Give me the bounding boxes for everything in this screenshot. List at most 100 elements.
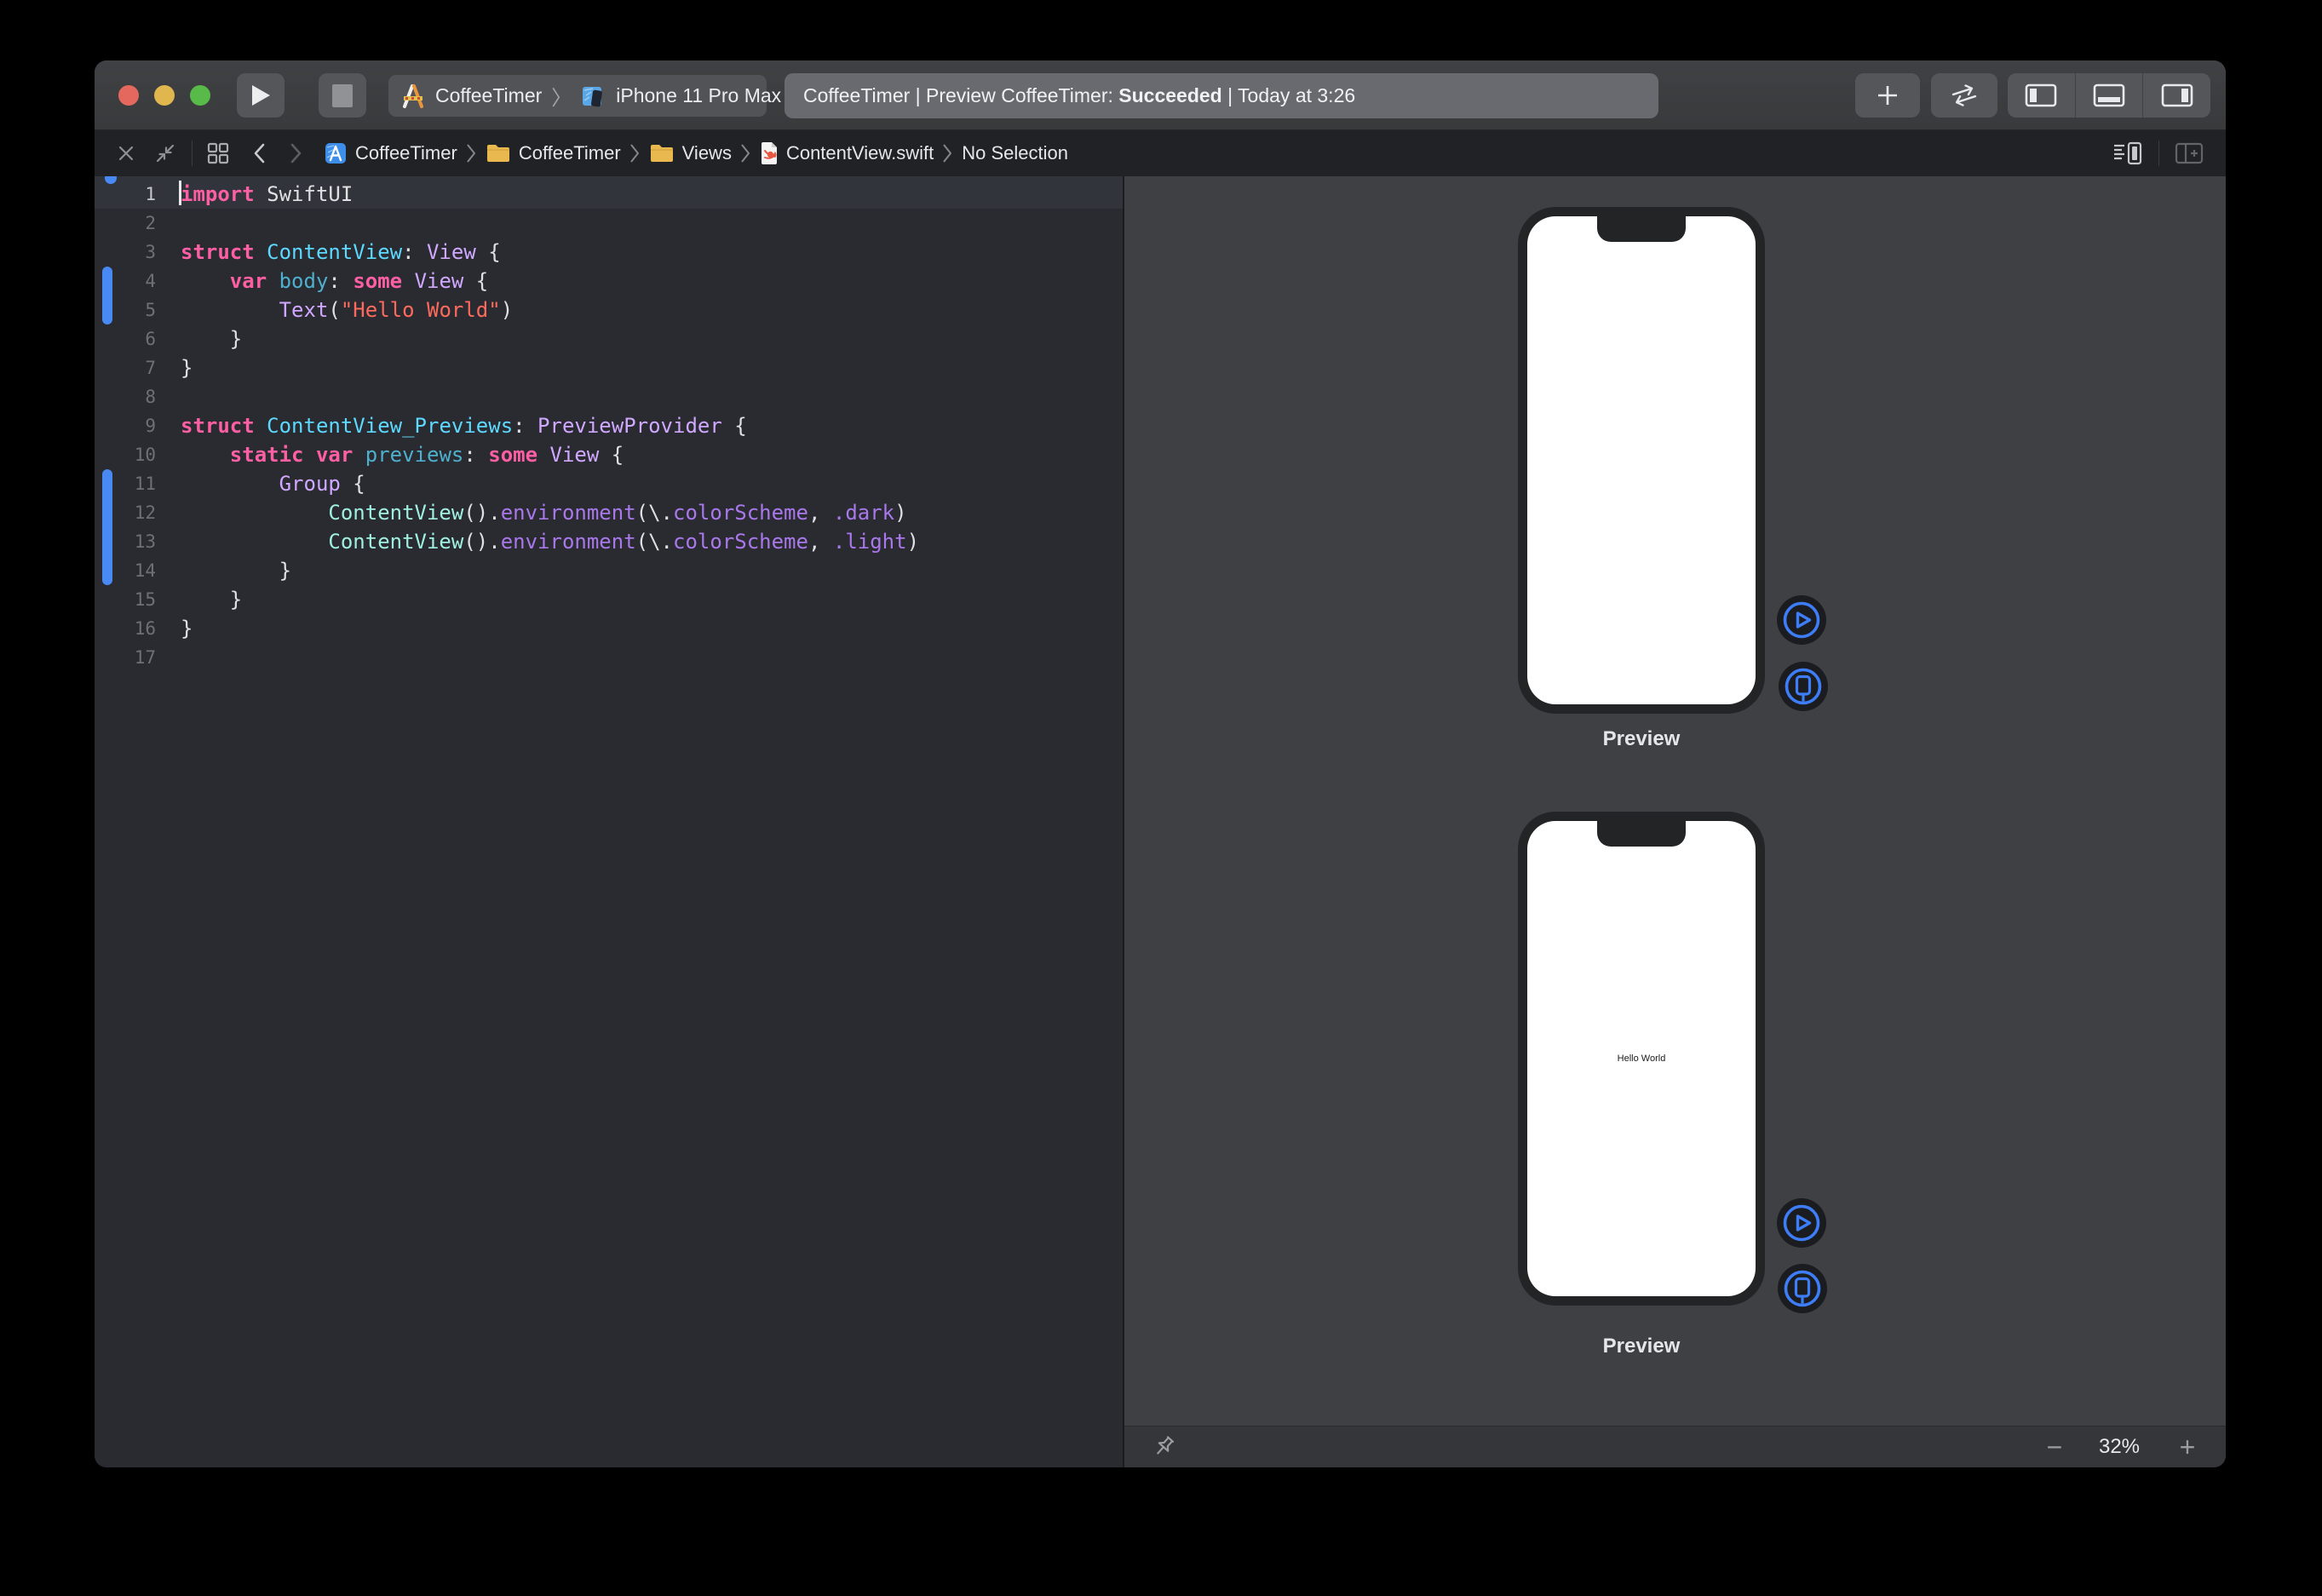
scheme-selector[interactable]: CoffeeTimer 〉 iPhone 11 Pro Max	[388, 75, 767, 117]
run-button[interactable]	[237, 73, 285, 118]
breadcrumb-item[interactable]: ContentView.swift	[760, 141, 934, 165]
line-number: 12	[95, 502, 156, 523]
line-number: 16	[95, 618, 156, 639]
close-window-button[interactable]	[118, 85, 139, 106]
code-line[interactable]: 4 var body: some View {	[95, 267, 1123, 296]
code-line[interactable]: 7}	[95, 353, 1123, 382]
code-text: }	[181, 324, 242, 353]
line-number: 4	[95, 271, 156, 291]
code-line[interactable]: 5 Text("Hello World")	[95, 296, 1123, 324]
status-text: CoffeeTimer | Preview CoffeeTimer: Succe…	[803, 84, 1355, 107]
code-text: }	[181, 556, 291, 585]
shrink-editor-button[interactable]	[154, 142, 176, 164]
stop-button[interactable]	[319, 73, 366, 118]
scheme-app-icon	[400, 83, 426, 109]
zoom-out-button[interactable]: −	[2037, 1427, 2072, 1467]
code-text: struct ContentView_Previews: PreviewProv…	[181, 411, 747, 440]
related-items-button[interactable]	[206, 141, 230, 165]
code-line[interactable]: 9 struct ContentView_Previews: PreviewPro…	[95, 411, 1123, 440]
toggle-debug-area-button[interactable]	[2075, 73, 2143, 118]
code-line[interactable]: 16}	[95, 614, 1123, 643]
code-text: ContentView().environment(\.colorScheme,…	[181, 527, 919, 556]
device-circle-icon	[1779, 662, 1828, 711]
project-icon	[324, 141, 348, 165]
code-text: }	[181, 585, 242, 614]
code-line[interactable]: 2	[95, 209, 1123, 238]
status-result: Succeeded	[1118, 84, 1221, 106]
scheme-project-label: CoffeeTimer	[435, 84, 542, 107]
swap-arrows-icon	[1949, 82, 1980, 109]
code-line[interactable]: 3struct ContentView: View {	[95, 238, 1123, 267]
toggle-navigator-button[interactable]	[2008, 73, 2075, 118]
editor-panels-segmented-control	[2008, 73, 2210, 118]
line-number: 13	[95, 531, 156, 552]
library-button[interactable]	[1855, 73, 1920, 118]
breadcrumb-item[interactable]: CoffeeTimer	[486, 142, 621, 164]
line-number: 2	[95, 213, 156, 233]
line-number: 9	[95, 416, 156, 436]
breadcrumb-item[interactable]: CoffeeTimer	[324, 141, 457, 165]
inspector-panel-icon	[2161, 83, 2193, 107]
zoom-window-button[interactable]	[190, 85, 210, 106]
source-editor[interactable]: 1import SwiftUI 2 3struct ContentView: Vie…	[95, 176, 1123, 1467]
device-notch	[1597, 821, 1686, 847]
minimize-window-button[interactable]	[154, 85, 175, 106]
stop-icon	[332, 84, 353, 107]
code-text: Group {	[181, 469, 365, 498]
code-line[interactable]: 11 Group {	[95, 469, 1123, 498]
preview-label: Preview	[1518, 1335, 1765, 1358]
line-number: 8	[95, 387, 156, 407]
code-line[interactable]: 8	[95, 382, 1123, 411]
pushpin-icon	[1148, 1432, 1179, 1462]
live-preview-button[interactable]	[1777, 595, 1826, 645]
breadcrumb-item[interactable]: Views	[649, 142, 732, 164]
zoom-level-label: 32%	[2077, 1427, 2162, 1467]
breadcrumb-item[interactable]: No Selection	[962, 142, 1068, 164]
activity-status-bar[interactable]: CoffeeTimer | Preview CoffeeTimer: Succe…	[785, 73, 1658, 118]
preview-device-screen[interactable]: Hello World	[1527, 821, 1756, 1296]
preview-on-device-button[interactable]	[1779, 662, 1828, 711]
preview-device-screen[interactable]	[1527, 216, 1756, 704]
close-editor-button[interactable]	[117, 144, 135, 163]
toggle-inspector-button[interactable]	[2142, 73, 2210, 118]
code-line[interactable]: 13 ContentView().environment(\.colorSche…	[95, 527, 1123, 556]
code-line[interactable]: 15 }	[95, 585, 1123, 614]
zoom-in-button[interactable]: +	[2170, 1427, 2204, 1467]
line-number: 10	[95, 445, 156, 465]
go-back-button[interactable]	[252, 142, 266, 164]
code-line[interactable]: 14 }	[95, 556, 1123, 585]
line-number: 15	[95, 589, 156, 610]
code-line[interactable]: 12 ContentView().environment(\.colorSche…	[95, 498, 1123, 527]
pin-preview-button[interactable]	[1148, 1432, 1179, 1462]
go-forward-button[interactable]	[290, 142, 303, 164]
adjust-editor-options-button[interactable]	[2112, 141, 2143, 166]
code-text: }	[181, 614, 193, 643]
code-text: import SwiftUI	[181, 180, 353, 209]
breadcrumb-label: CoffeeTimer	[519, 142, 621, 164]
code-line[interactable]: 1import SwiftUI	[95, 180, 1123, 209]
code-line[interactable]: 6 }	[95, 324, 1123, 353]
close-icon	[117, 144, 135, 163]
run-destination-icon	[581, 83, 606, 109]
debug-panel-icon	[2093, 83, 2125, 107]
code-text: var body: some View {	[181, 267, 488, 296]
live-preview-button[interactable]	[1777, 1198, 1826, 1248]
breadcrumb-chevron-icon	[466, 143, 477, 164]
play-circle-icon	[1777, 1198, 1826, 1248]
code-area[interactable]: 1import SwiftUI 2 3struct ContentView: Vie…	[95, 180, 1123, 672]
line-number: 14	[95, 560, 156, 581]
chevron-left-icon	[252, 142, 266, 164]
device-notch	[1597, 216, 1686, 242]
jump-bar: CoffeeTimer CoffeeTimer Views ContentView.s…	[95, 130, 2226, 176]
breadcrumb-chevron-icon	[740, 143, 751, 164]
code-line[interactable]: 10 static var previews: some View {	[95, 440, 1123, 469]
breadcrumb: CoffeeTimer CoffeeTimer Views ContentView.s…	[324, 141, 1068, 165]
line-number: 6	[95, 329, 156, 349]
jumpbar-divider	[192, 141, 193, 166]
add-editor-button[interactable]	[2175, 141, 2204, 165]
related-items-grid-icon	[206, 141, 230, 165]
code-line[interactable]: 17	[95, 643, 1123, 672]
scheme-separator: 〉	[551, 81, 572, 111]
code-review-button[interactable]	[1931, 73, 1997, 118]
preview-on-device-button[interactable]	[1778, 1264, 1827, 1313]
